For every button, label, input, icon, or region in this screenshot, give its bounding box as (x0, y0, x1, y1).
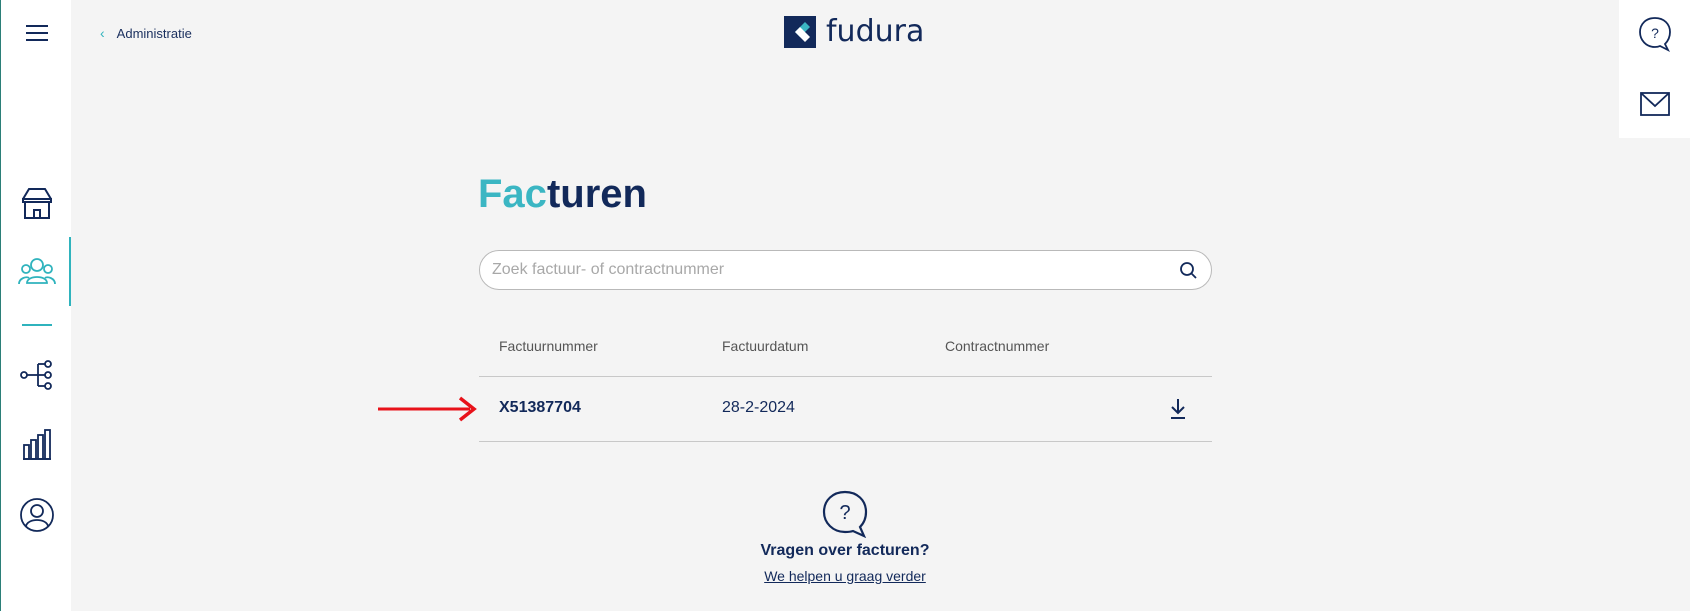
invoice-table: Factuurnummer Factuurdatum Contractnumme… (479, 330, 1212, 442)
active-indicator (69, 237, 71, 306)
search-icon[interactable] (1177, 259, 1199, 281)
column-header-factuurdatum[interactable]: Factuurdatum (722, 338, 808, 354)
page-title: Facturen (478, 172, 647, 216)
search-input[interactable] (492, 261, 1177, 279)
table-row: X51387704 28-2-2024 (479, 377, 1212, 442)
logo-mark (784, 16, 816, 48)
store-icon (21, 188, 52, 219)
left-nav (0, 0, 71, 611)
right-rail: ? (1619, 0, 1690, 138)
nav-home[interactable] (1, 182, 72, 224)
help-link[interactable]: We helpen u graag verder (764, 568, 926, 584)
network-icon (19, 360, 52, 390)
table-header: Factuurnummer Factuurdatum Contractnumme… (479, 330, 1212, 377)
nav-customers[interactable] (1, 251, 72, 293)
column-header-factuurnummer[interactable]: Factuurnummer (499, 338, 598, 354)
nav-reports[interactable] (1, 424, 72, 464)
invoice-date: 28-2-2024 (722, 399, 795, 416)
mail-icon (1639, 92, 1670, 116)
bar-chart-icon (22, 429, 51, 460)
chevron-left-icon: ‹ (100, 25, 105, 41)
mail-button[interactable] (1619, 84, 1690, 124)
help-button[interactable]: ? (1619, 12, 1690, 56)
help-section: ? Vragen over facturen? We helpen u graa… (700, 490, 990, 586)
column-header-contractnummer[interactable]: Contractnummer (945, 338, 1049, 354)
annotation-arrow-icon (378, 396, 477, 422)
download-icon[interactable] (1168, 397, 1188, 421)
nav-divider (22, 324, 52, 326)
menu-icon (25, 25, 48, 41)
logo-text: fudura (826, 14, 925, 49)
nav-network[interactable] (1, 355, 72, 395)
nav-profile[interactable] (1, 494, 72, 536)
help-icon: ? (1638, 17, 1671, 52)
search-bar (479, 250, 1212, 290)
back-link[interactable]: ‹ Administratie (100, 25, 192, 41)
menu-button[interactable] (1, 13, 72, 53)
customers-icon (17, 258, 56, 285)
svg-text:?: ? (839, 502, 850, 524)
user-icon (19, 498, 54, 532)
invoice-number-link[interactable]: X51387704 (499, 399, 581, 417)
help-title: Vragen over facturen? (760, 542, 930, 559)
logo: fudura (784, 16, 924, 48)
question-bubble-icon: ? (822, 490, 868, 538)
back-link-label: Administratie (116, 25, 192, 41)
svg-text:?: ? (1651, 25, 1659, 41)
